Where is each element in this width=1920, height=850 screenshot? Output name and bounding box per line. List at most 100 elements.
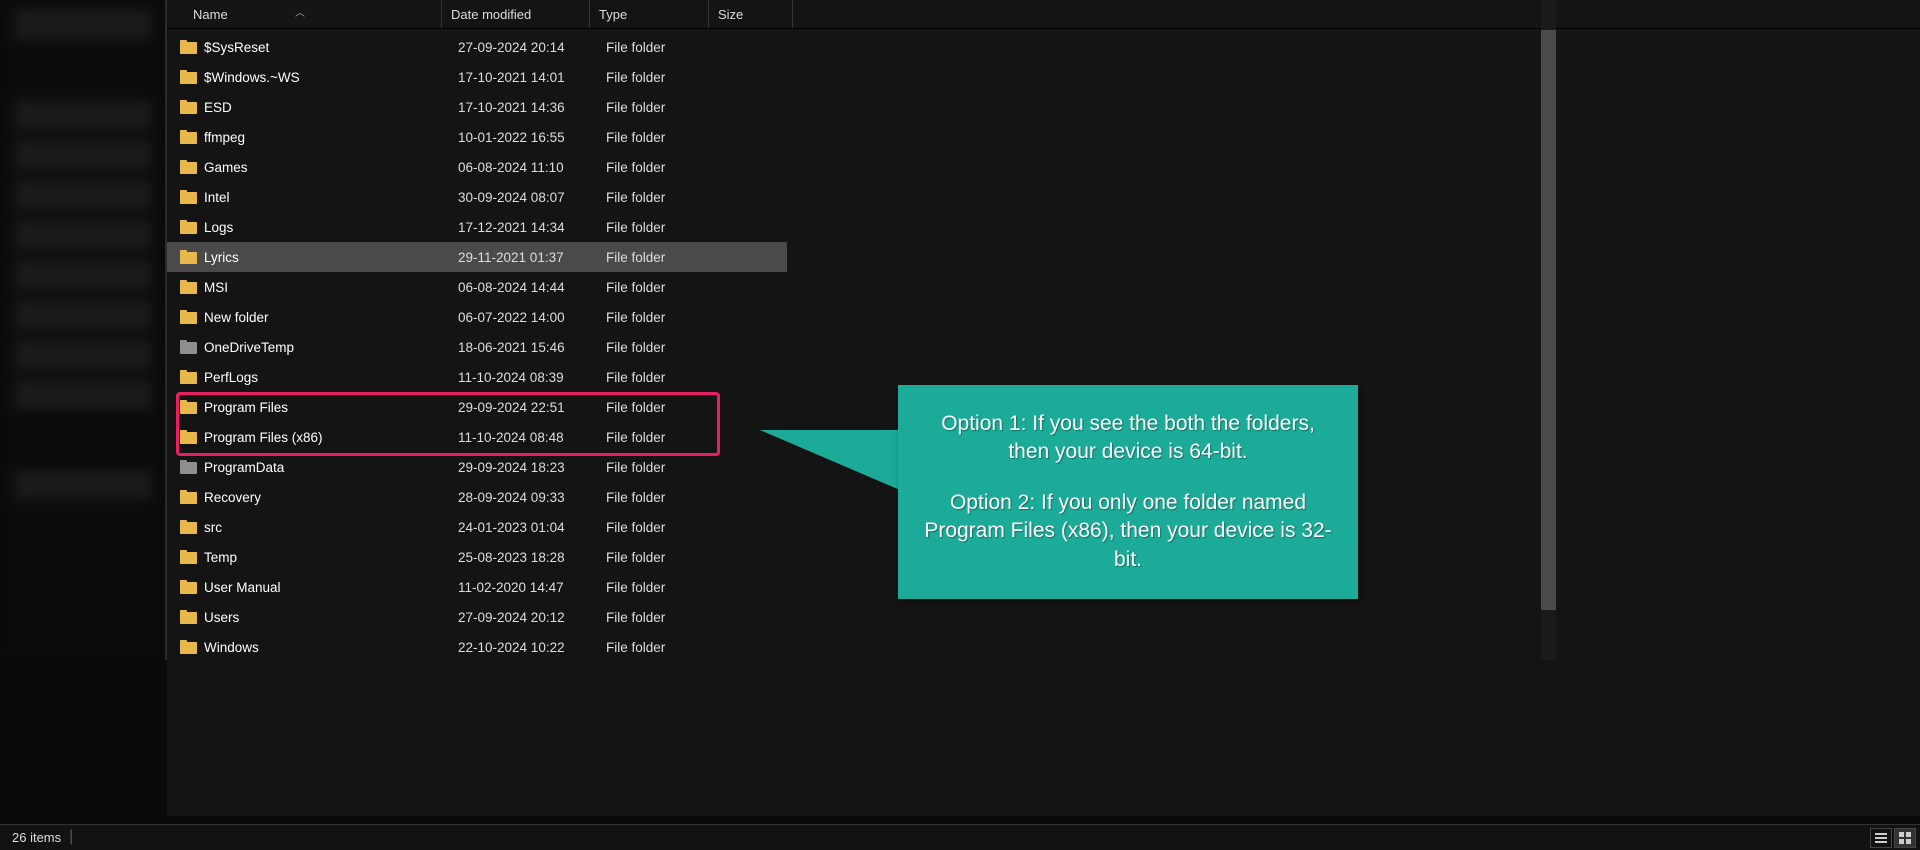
file-name: $SysReset xyxy=(204,40,458,55)
column-header-label: Size xyxy=(718,7,743,22)
file-name: Recovery xyxy=(204,490,458,505)
file-row[interactable]: $Windows.~WS17-10-2021 14:01File folder xyxy=(167,62,1920,92)
file-row[interactable]: OneDriveTemp18-06-2021 15:46File folder xyxy=(167,332,1920,362)
annotation-arrow xyxy=(720,390,920,510)
callout-text-2: Option 2: If you only one folder named P… xyxy=(918,489,1338,574)
folder-icon xyxy=(180,430,197,444)
file-name: New folder xyxy=(204,310,458,325)
folder-icon xyxy=(180,250,197,264)
file-row[interactable]: New folder06-07-2022 14:00File folder xyxy=(167,302,1920,332)
file-date: 17-10-2021 14:01 xyxy=(458,70,606,85)
column-header-name[interactable]: Name ︿ xyxy=(167,7,441,22)
column-header-size[interactable]: Size xyxy=(708,0,792,28)
folder-icon xyxy=(180,370,197,384)
file-name: $Windows.~WS xyxy=(204,70,458,85)
callout-text-1: Option 1: If you see the both the folder… xyxy=(918,410,1338,467)
folder-icon xyxy=(180,340,197,354)
folder-icon xyxy=(180,100,197,114)
column-header-label: Name xyxy=(193,7,228,22)
file-date: 22-10-2024 10:22 xyxy=(458,640,606,655)
folder-icon xyxy=(180,280,197,294)
file-date: 29-11-2021 01:37 xyxy=(458,250,606,265)
file-date: 18-06-2021 15:46 xyxy=(458,340,606,355)
file-date: 06-07-2022 14:00 xyxy=(458,310,606,325)
folder-icon xyxy=(180,220,197,234)
file-type: File folder xyxy=(606,130,725,145)
file-type: File folder xyxy=(606,70,725,85)
column-header-type[interactable]: Type xyxy=(589,0,708,28)
file-type: File folder xyxy=(606,430,725,445)
file-row[interactable]: ffmpeg10-01-2022 16:55File folder xyxy=(167,122,1920,152)
file-name: src xyxy=(204,520,458,535)
folder-icon xyxy=(180,580,197,594)
file-date: 11-10-2024 08:48 xyxy=(458,430,606,445)
file-name: Logs xyxy=(204,220,458,235)
file-row[interactable]: Games06-08-2024 11:10File folder xyxy=(167,152,1920,182)
file-name: Intel xyxy=(204,190,458,205)
annotation-callout: Option 1: If you see the both the folder… xyxy=(898,385,1358,599)
file-row[interactable]: Users27-09-2024 20:12File folder xyxy=(167,602,1920,632)
file-name: PerfLogs xyxy=(204,370,458,385)
file-row[interactable]: MSI06-08-2024 14:44File folder xyxy=(167,272,1920,302)
file-type: File folder xyxy=(606,640,725,655)
scrollbar-thumb[interactable] xyxy=(1541,30,1556,610)
file-row[interactable]: Lyrics29-11-2021 01:37File folder xyxy=(167,242,787,272)
folder-icon xyxy=(180,70,197,84)
file-date: 17-12-2021 14:34 xyxy=(458,220,606,235)
file-name: User Manual xyxy=(204,580,458,595)
file-type: File folder xyxy=(606,520,725,535)
file-date: 24-01-2023 01:04 xyxy=(458,520,606,535)
file-date: 29-09-2024 22:51 xyxy=(458,400,606,415)
file-row[interactable]: ESD17-10-2021 14:36File folder xyxy=(167,92,1920,122)
status-bar: 26 items | xyxy=(0,824,1920,850)
file-row[interactable]: Logs17-12-2021 14:34File folder xyxy=(167,212,1920,242)
file-type: File folder xyxy=(606,190,725,205)
file-name: ESD xyxy=(204,100,458,115)
file-type: File folder xyxy=(606,310,725,325)
file-name: Temp xyxy=(204,550,458,565)
status-separator: | xyxy=(69,828,73,846)
file-row[interactable]: Intel30-09-2024 08:07File folder xyxy=(167,182,1920,212)
file-name: Games xyxy=(204,160,458,175)
status-item-count: 26 items xyxy=(12,830,61,845)
file-name: OneDriveTemp xyxy=(204,340,458,355)
folder-icon xyxy=(180,520,197,534)
file-date: 06-08-2024 11:10 xyxy=(458,160,606,175)
folder-icon xyxy=(180,190,197,204)
file-date: 11-02-2020 14:47 xyxy=(458,580,606,595)
file-row[interactable]: Windows22-10-2024 10:22File folder xyxy=(167,632,1920,662)
folder-icon xyxy=(180,400,197,414)
column-header-label: Type xyxy=(599,7,627,22)
file-date: 06-08-2024 14:44 xyxy=(458,280,606,295)
folder-icon xyxy=(180,640,197,654)
view-large-icons-button[interactable] xyxy=(1894,828,1916,848)
file-date: 27-09-2024 20:14 xyxy=(458,40,606,55)
file-date: 29-09-2024 18:23 xyxy=(458,460,606,475)
nav-sidebar xyxy=(0,0,165,660)
folder-icon xyxy=(180,130,197,144)
file-date: 17-10-2021 14:36 xyxy=(458,100,606,115)
column-header-date[interactable]: Date modified xyxy=(441,0,589,28)
file-name: ProgramData xyxy=(204,460,458,475)
file-date: 28-09-2024 09:33 xyxy=(458,490,606,505)
folder-icon xyxy=(180,550,197,564)
file-date: 30-09-2024 08:07 xyxy=(458,190,606,205)
file-name: Program Files xyxy=(204,400,458,415)
file-name: ffmpeg xyxy=(204,130,458,145)
file-date: 10-01-2022 16:55 xyxy=(458,130,606,145)
file-type: File folder xyxy=(606,490,725,505)
file-type: File folder xyxy=(606,160,725,175)
file-row[interactable]: $SysReset27-09-2024 20:14File folder xyxy=(167,32,1920,62)
folder-icon xyxy=(180,610,197,624)
file-name: Lyrics xyxy=(204,250,458,265)
file-name: Users xyxy=(204,610,458,625)
column-header-end xyxy=(792,0,1920,28)
file-type: File folder xyxy=(606,250,725,265)
file-name: Windows xyxy=(204,640,458,655)
file-type: File folder xyxy=(606,610,725,625)
column-header-label: Date modified xyxy=(451,7,531,22)
file-type: File folder xyxy=(606,40,725,55)
view-details-button[interactable] xyxy=(1870,828,1892,848)
file-type: File folder xyxy=(606,370,725,385)
file-type: File folder xyxy=(606,340,725,355)
